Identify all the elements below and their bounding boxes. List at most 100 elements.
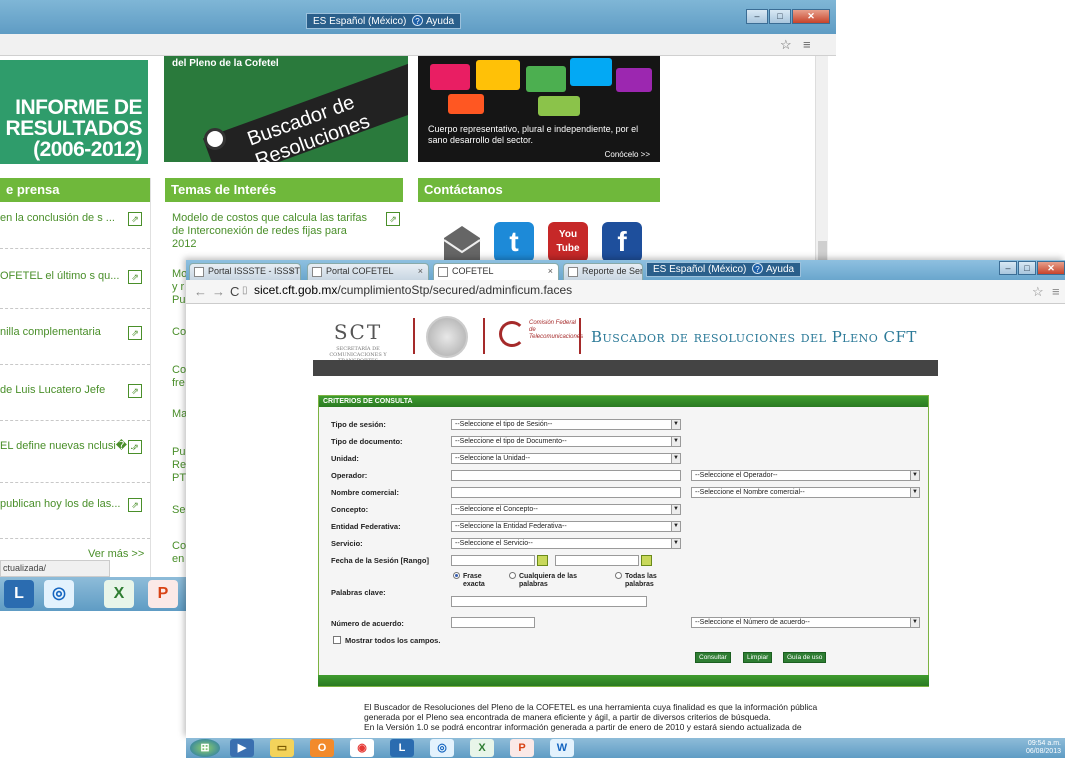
external-link-icon[interactable]: ⇗ (128, 440, 142, 454)
select-operador[interactable]: --Seleccione el Operador-- ▼ (691, 470, 920, 481)
select-concepto[interactable]: --Seleccione el Concepto-- ▼ (451, 504, 681, 515)
url-field[interactable]: sicet.cft.gob.mx/cumplimientoStp/secured… (254, 283, 572, 297)
tab-issste[interactable]: Portal ISSSTE - ISSSTE × (189, 263, 301, 280)
consultar-button[interactable]: Consultar (695, 652, 731, 663)
maximize-button[interactable]: □ (769, 9, 791, 24)
bookmark-star-icon[interactable]: ☆ (780, 37, 792, 53)
excel-icon[interactable]: X (470, 739, 494, 757)
powerpoint-icon[interactable]: P (510, 739, 534, 757)
tab-reporte[interactable]: Reporte de Sema (563, 263, 643, 280)
temas-item[interactable]: Se (172, 504, 185, 517)
label-tipo-documento: Tipo de documento: (331, 437, 403, 446)
news-text: de Luis Lucatero Jefe (0, 384, 106, 396)
powerpoint-icon[interactable]: P (148, 580, 178, 608)
select-entidad[interactable]: --Seleccione la Entidad Federativa-- ▼ (451, 521, 681, 532)
news-item[interactable]: EL define nuevas nclusi�... ⇗ (0, 440, 150, 454)
mail-icon[interactable] (442, 222, 482, 262)
temas-heading: Temas de Interés (165, 178, 403, 202)
external-link-icon[interactable]: ⇗ (128, 326, 142, 340)
facebook-icon[interactable]: f (602, 222, 642, 262)
temas-item[interactable]: Mo y r Pu (172, 268, 187, 307)
excel-icon[interactable]: X (104, 580, 134, 608)
start-button[interactable]: ⊞ (190, 739, 220, 757)
language-bar[interactable]: ES Español (México) ? Ayuda (646, 262, 802, 277)
guia-button[interactable]: Guía de uso (783, 652, 827, 663)
close-button[interactable]: ✕ (792, 9, 830, 24)
external-link-icon[interactable]: ⇗ (128, 212, 142, 226)
numero-acuerdo-input[interactable] (451, 617, 535, 628)
word-icon[interactable]: W (550, 739, 574, 757)
system-tray[interactable]: 09:54 a.m. 06/08/2013 (1026, 740, 1061, 756)
calendar-icon[interactable] (641, 555, 652, 566)
news-item[interactable]: en la conclusión de s ... ⇗ (0, 212, 150, 226)
external-link-icon[interactable]: ⇗ (128, 384, 142, 398)
news-item[interactable]: nilla complementaria ⇗ (0, 326, 150, 340)
chrome-icon[interactable]: ◉ (350, 739, 374, 757)
temas-item[interactable]: Ma (172, 408, 187, 421)
news-item[interactable]: OFETEL el último s qu... ⇗ (0, 270, 150, 284)
consejo-more-link[interactable]: Conócelo >> (605, 150, 650, 159)
external-link-icon[interactable]: ⇗ (128, 498, 142, 512)
close-button[interactable]: ✕ (1037, 261, 1065, 275)
twitter-icon[interactable]: t (494, 222, 534, 262)
language-label: ES Español (México) (313, 16, 407, 27)
calendar-icon[interactable] (537, 555, 548, 566)
nombre-comercial-input[interactable] (451, 487, 681, 498)
sct-logo[interactable]: SCTSECRETARÍA DE COMUNICACIONES Y TRANSP… (313, 320, 403, 364)
external-link-icon[interactable]: ⇗ (386, 212, 400, 226)
lync-icon[interactable]: L (390, 739, 414, 757)
select-unidad[interactable]: --Seleccione la Unidad-- ▼ (451, 453, 681, 464)
cofetel-logo[interactable]: Comisión Federal de Telecomunicaciones (491, 318, 583, 354)
consejo-banner[interactable]: Cuerpo representativo, plural e independ… (418, 56, 660, 162)
communicator-icon[interactable]: ◎ (44, 580, 74, 608)
bookmark-star-icon[interactable]: ☆ (1032, 284, 1044, 300)
mostrar-todos-checkbox[interactable] (333, 636, 341, 644)
select-servicio[interactable]: --Seleccione el Servicio-- ▼ (451, 538, 681, 549)
temas-item[interactable]: Modelo de costos que calcula las tarifas… (172, 212, 372, 251)
operador-input[interactable] (451, 470, 681, 481)
youtube-label: You Tube (556, 229, 580, 254)
temas-item[interactable]: Pu Re PT (172, 446, 186, 485)
lync-icon[interactable]: L (4, 580, 34, 608)
news-item[interactable]: publican hoy los de las... ⇗ (0, 498, 150, 512)
minimize-button[interactable]: – (999, 261, 1017, 275)
temas-item[interactable]: Co (172, 326, 186, 339)
fecha-inicio-input[interactable] (451, 555, 535, 566)
close-tab-icon[interactable]: × (290, 264, 295, 279)
fecha-fin-input[interactable] (555, 555, 639, 566)
youtube-icon[interactable]: You Tube (548, 222, 588, 262)
limpiar-button[interactable]: Limpiar (743, 652, 773, 663)
outlook-icon[interactable]: O (310, 739, 334, 757)
menu-icon[interactable]: ≡ (1052, 284, 1060, 299)
ver-mas-link[interactable]: Ver más >> (88, 548, 144, 560)
news-item[interactable]: de Luis Lucatero Jefe ⇗ (0, 384, 150, 398)
menu-icon[interactable]: ≡ (803, 37, 811, 52)
informe-banner[interactable]: INFORME DE RESULTADOS (2006-2012) (0, 60, 148, 164)
temas-item[interactable]: Co fre (172, 364, 186, 390)
external-link-icon[interactable]: ⇗ (128, 270, 142, 284)
back-arrow-icon[interactable]: ← (194, 284, 207, 299)
help-icon: ? (411, 15, 423, 26)
language-bar[interactable]: ES Español (México) ? Ayuda (306, 13, 462, 29)
select-numero[interactable]: --Seleccione el Número de acuerdo-- ▼ (691, 617, 920, 628)
media-icon[interactable]: ▶ (230, 739, 254, 757)
buscador-banner[interactable]: del Pleno de la Cofetel Buscador de Reso… (164, 56, 408, 162)
forward-arrow-icon[interactable]: → (212, 284, 225, 299)
reload-icon[interactable]: C (230, 284, 239, 299)
help-label: Ayuda (765, 264, 795, 275)
palabras-clave-input[interactable] (451, 596, 647, 607)
back-scrollbar[interactable] (815, 56, 828, 266)
tab-cofetel[interactable]: COFETEL × (433, 263, 559, 280)
select-tipo-documento[interactable]: --Seleccione el tipo de Documento-- ▼ (451, 436, 681, 447)
select-tipo-sesion[interactable]: --Seleccione el tipo de Sesión-- ▼ (451, 419, 681, 430)
close-tab-icon[interactable]: × (418, 264, 423, 279)
communicator-icon[interactable]: ◎ (430, 739, 454, 757)
select-nombre-comercial[interactable]: --Seleccione el Nombre comercial-- ▼ (691, 487, 920, 498)
explorer-folder-icon[interactable]: ▭ (270, 739, 294, 757)
temas-item[interactable]: Co en (172, 540, 186, 566)
close-tab-icon[interactable]: × (548, 264, 553, 279)
url-host: sicet.cft.gob.mx (254, 283, 338, 297)
tab-portal-cofetel[interactable]: Portal COFETEL × (307, 263, 429, 280)
maximize-button[interactable]: □ (1018, 261, 1036, 275)
minimize-button[interactable]: – (746, 9, 768, 24)
